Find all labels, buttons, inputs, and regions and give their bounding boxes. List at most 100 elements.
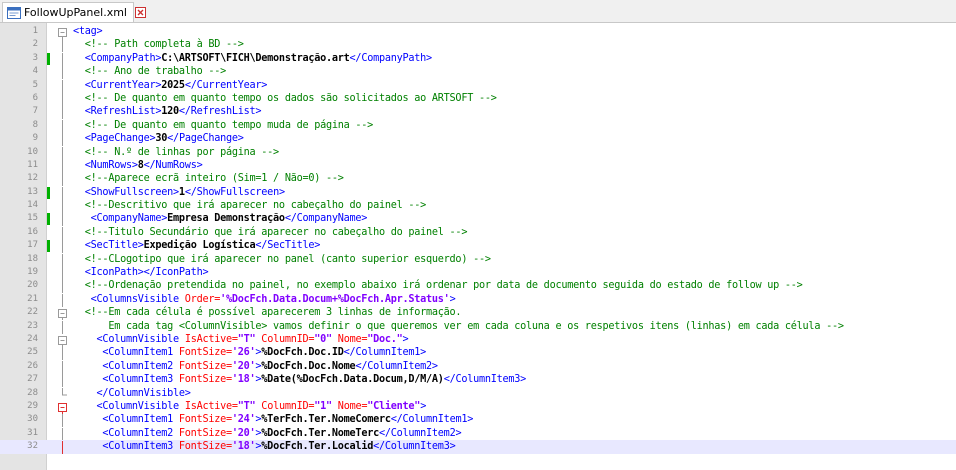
code-line[interactable]: 25 <ColumnItem1 FontSize='26'>%DocFch.Do…: [0, 346, 956, 361]
fold-guide-icon: [57, 347, 68, 361]
code-line[interactable]: 21 <ColumnsVisible Order='%DocFch.Data.D…: [0, 293, 956, 307]
xml-tag: </ColumnItem3>: [373, 441, 456, 453]
fold-toggle-icon[interactable]: [57, 401, 68, 414]
line-number: 10: [27, 146, 38, 157]
code-line[interactable]: 7 <RefreshList>120</RefreshList>: [0, 105, 956, 120]
line-number: 22: [27, 307, 38, 318]
code-line[interactable]: 1 <tag>: [0, 25, 956, 39]
line-number: 28: [27, 387, 38, 398]
code-line[interactable]: 11 <NumRows>8</NumRows>: [0, 159, 956, 173]
fold-guide-icon: [57, 66, 68, 80]
code-text: <CurrentYear>2025</CurrentYear>: [73, 79, 268, 92]
xml-comment: <!--Descritivo que irá aparecer no cabeç…: [84, 200, 427, 212]
xml-attribute: FontSize=: [178, 347, 232, 359]
line-number: 6: [32, 92, 38, 103]
code-line[interactable]: 27 <ColumnItem3 FontSize='18'>%Date(%Doc…: [0, 373, 956, 388]
fold-guide-icon: [57, 133, 68, 147]
code-text: <IconPath></IconPath>: [73, 266, 209, 279]
code-line[interactable]: 17 <SecTitle>Expedição Logística</SecTit…: [0, 239, 956, 254]
code-line[interactable]: 10 <!-- N.º de linhas por página -->: [0, 146, 956, 160]
code-editor[interactable]: 1 <tag> 2 <!-- Path completa à BD --> 3 <Co…: [0, 23, 956, 470]
change-marker: [47, 186, 50, 199]
xml-tag: <ColumnItem1: [102, 347, 179, 359]
code-text: <ColumnItem3 FontSize='18'>%DocFch.Ter.L…: [73, 440, 455, 453]
xml-tag: </ColumnItem1>: [343, 347, 427, 359]
fold-toggle-icon[interactable]: [57, 26, 68, 39]
code-text: <PageChange>30</PageChange>: [73, 132, 244, 145]
code-line[interactable]: 22 <!--Em cada célula é possível aparece…: [0, 306, 956, 321]
code-line[interactable]: 23 Em cada tag <ColumnVisible> vamos def…: [0, 320, 956, 334]
xml-tag: <RefreshList>: [84, 106, 162, 118]
code-line[interactable]: 3 <CompanyPath>C:\ARTSOFT\FICH\Demonstra…: [0, 52, 956, 66]
line-number: 18: [27, 253, 38, 264]
fold-guide-icon: [57, 106, 68, 120]
xml-comment: <!-- Path completa à BD -->: [84, 39, 244, 51]
change-marker: [47, 52, 50, 65]
code-line[interactable]: 8 <!-- De quanto em quanto tempo muda de…: [0, 119, 956, 133]
xml-text: 30: [155, 133, 168, 145]
xml-comment: <!--CLogotipo que irá aparecer no panel …: [84, 253, 491, 265]
code-line[interactable]: 29 <ColumnVisible IsActive="T" ColumnID=…: [0, 400, 956, 414]
xml-tag: </ShowFullscreen>: [184, 186, 285, 198]
xml-tag: </ColumnItem1>: [390, 414, 474, 426]
code-line[interactable]: 24 <ColumnVisible IsActive="T" ColumnID=…: [0, 333, 956, 347]
fold-guide-icon: [57, 427, 68, 441]
code-text: <ColumnItem3 FontSize='18'>%Date(%DocFch…: [73, 373, 526, 386]
line-number: 7: [32, 106, 38, 117]
code-text: <tag>: [73, 25, 103, 38]
code-line[interactable]: 13 <ShowFullscreen>1</ShowFullscreen>: [0, 186, 956, 200]
line-number: 32: [27, 441, 38, 452]
line-number: 4: [32, 66, 38, 77]
fold-guide-icon: [57, 119, 68, 133]
xml-tag: </ColumnVisible>: [96, 387, 191, 399]
line-number: 8: [32, 119, 38, 130]
code-line[interactable]: 26 <ColumnItem2 FontSize='20'>%DocFch.Do…: [0, 360, 956, 374]
code-text: <ColumnItem1 FontSize='26'>%DocFch.Doc.I…: [73, 346, 426, 359]
code-line[interactable]: 16 <!--Titulo Secundário que irá aparece…: [0, 226, 956, 240]
xml-comment: <!--Titulo Secundário que irá aparecer n…: [84, 226, 468, 238]
fold-toggle-icon[interactable]: [57, 334, 68, 347]
xml-comment: <!--Em cada célula é possível aparecerem…: [84, 307, 462, 319]
close-icon[interactable]: [135, 7, 146, 18]
code-line[interactable]: 28 </ColumnVisible>: [0, 387, 956, 400]
code-line[interactable]: 2 <!-- Path completa à BD -->: [0, 38, 956, 53]
code-line[interactable]: 9 <PageChange>30</PageChange>: [0, 132, 956, 147]
code-line[interactable]: 31 <ColumnItem2 FontSize='20'>%DocFch.Te…: [0, 427, 956, 441]
xml-tag: </CompanyName>: [284, 213, 368, 225]
xml-tag: </RefreshList>: [178, 106, 262, 118]
code-line-current[interactable]: 32 <ColumnItem3 FontSize='18'>%DocFch.Te…: [0, 440, 956, 455]
code-line[interactable]: 15 <CompanyName>Empresa Demonstração</Co…: [0, 212, 956, 227]
xml-tag: <PageChange>: [84, 133, 156, 145]
xml-attribute-value: "T": [237, 400, 256, 412]
fold-guide-icon: [57, 92, 68, 106]
code-line[interactable]: 30 <ColumnItem1 FontSize='24'>%TerFch.Te…: [0, 413, 956, 428]
code-text: <!--Ordenação pretendida no painel, no e…: [73, 279, 803, 292]
fold-guide-icon: [57, 186, 68, 200]
line-number: 29: [27, 400, 38, 411]
tab-followuppanel[interactable]: FollowUpPanel.xml: [2, 2, 146, 22]
xml-tag: </NumRows>: [143, 159, 203, 171]
code-line[interactable]: 4 <!-- Ano de trabalho -->: [0, 65, 956, 80]
code-line[interactable]: 18 <!--CLogotipo que irá aparecer no pan…: [0, 253, 956, 267]
code-line[interactable]: 12 <!--Aparece ecrã inteiro (Sim=1 / Não…: [0, 172, 956, 187]
fold-guide-icon: [57, 52, 68, 66]
code-line[interactable]: 14 <!--Descritivo que irá aparecer no ca…: [0, 199, 956, 214]
xml-text: Empresa Demonstração: [167, 213, 285, 225]
code-text: <ColumnVisible IsActive="T" ColumnID="0"…: [73, 333, 409, 346]
fold-toggle-icon[interactable]: [57, 307, 68, 321]
code-line[interactable]: 5 <CurrentYear>2025</CurrentYear>: [0, 79, 956, 93]
code-line[interactable]: 6 <!-- De quanto em quanto tempo os dado…: [0, 92, 956, 106]
xml-text: %Date(%DocFch.Data.Docum,D/M/A): [261, 374, 444, 386]
line-number: 27: [27, 374, 38, 385]
code-line[interactable]: 19 <IconPath></IconPath>: [0, 266, 956, 281]
xml-tag: <ColumnItem1: [102, 414, 179, 426]
code-line[interactable]: 20 <!--Ordenação pretendida no painel, n…: [0, 279, 956, 294]
xml-tag: <ColumnVisible: [96, 333, 185, 345]
